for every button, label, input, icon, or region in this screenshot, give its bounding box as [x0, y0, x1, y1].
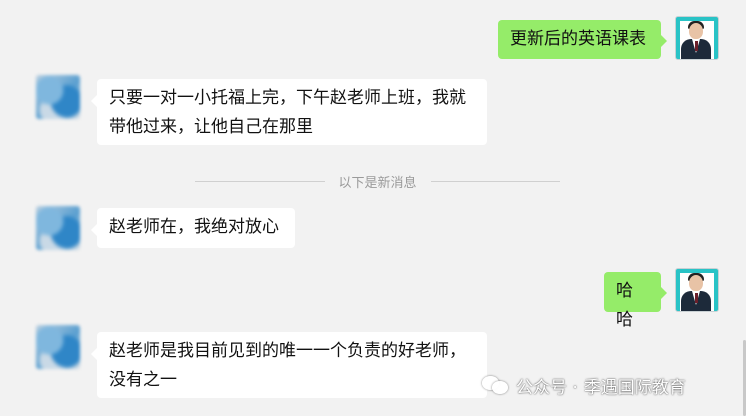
message-text-line: 只要一对一小托福上完，下午赵老师上班，我就: [109, 88, 466, 108]
avatar-contact[interactable]: [36, 325, 80, 369]
message-text: 哈哈: [616, 281, 633, 330]
message-bubble-outgoing[interactable]: 哈哈: [604, 272, 667, 330]
avatar-contact[interactable]: [36, 75, 80, 119]
message-text: 赵老师在，我绝对放心: [109, 217, 279, 237]
message-bubble-outgoing[interactable]: 更新后的英语课表: [498, 20, 667, 59]
message-bubble-incoming[interactable]: 只要一对一小托福上完，下午赵老师上班，我就 带他过来，让他自己在那里: [91, 79, 487, 145]
chat-history: 更新后的英语课表 只要一对一小托福上完，下午赵老师上班，我就 带他过来，让他自己…: [0, 0, 746, 416]
avatar-self[interactable]: [675, 16, 719, 60]
wechat-official-account-watermark: 公众号 · 季遇国际教育: [482, 370, 686, 400]
avatar-self[interactable]: [675, 268, 719, 312]
message-bubble-incoming[interactable]: 赵老师在，我绝对放心: [91, 208, 295, 248]
avatar-contact[interactable]: [36, 206, 80, 250]
message-text-line: 没有之一: [109, 370, 177, 390]
divider-label: 以下是新消息: [338, 175, 417, 191]
watermark-separator: 公众号 ·: [516, 377, 578, 398]
message-text-line: 带他过来，让他自己在那里: [109, 117, 313, 137]
wechat-icon: [482, 374, 510, 396]
message-text: 更新后的英语课表: [510, 29, 646, 49]
message-text-line: 赵老师是我目前见到的唯一一个负责的好老师，: [109, 341, 466, 361]
watermark-account-name: 季遇国际教育: [583, 377, 686, 398]
message-bubble-incoming[interactable]: 赵老师是我目前见到的唯一一个负责的好老师， 没有之一: [91, 332, 487, 398]
new-messages-divider: 以下是新消息: [195, 170, 561, 192]
